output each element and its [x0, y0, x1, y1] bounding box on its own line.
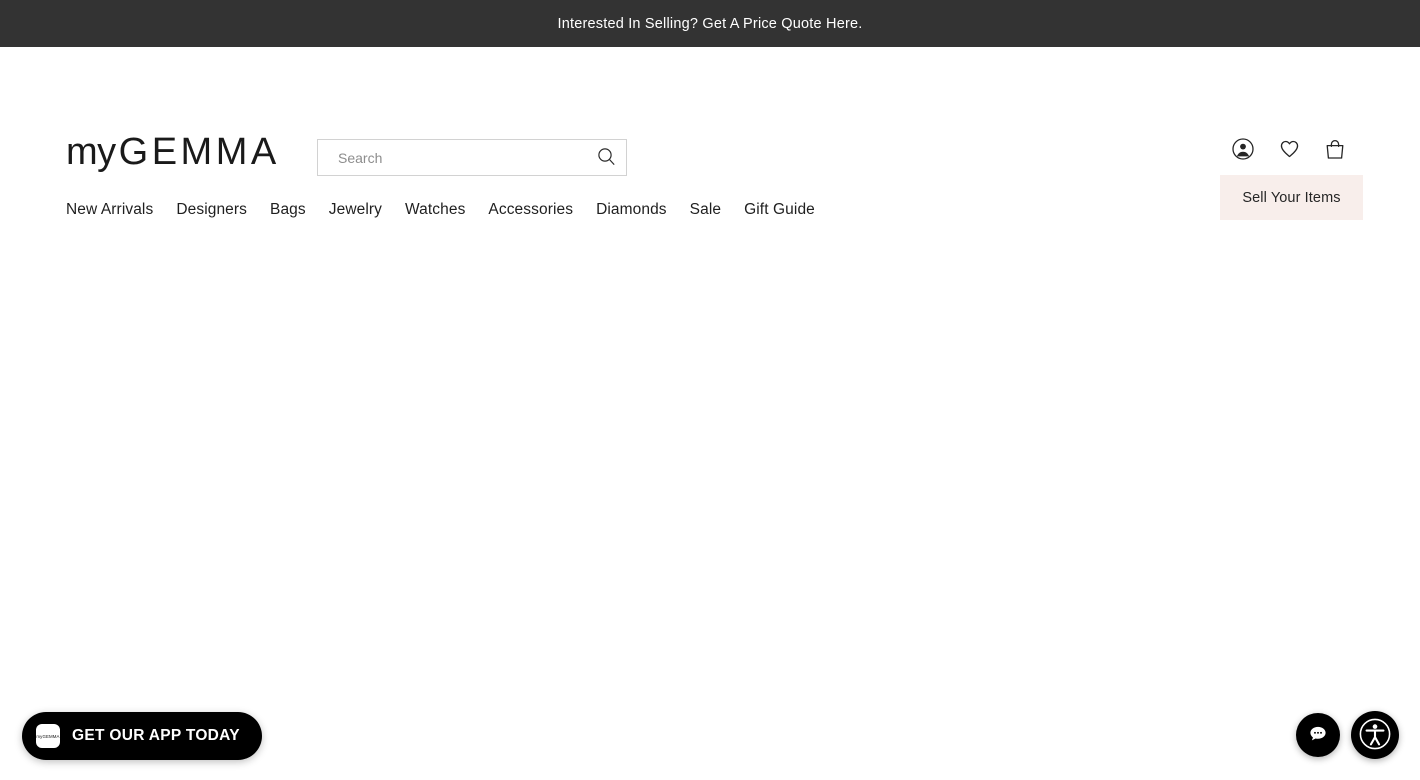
search-bar[interactable] — [317, 139, 627, 176]
accessibility-button[interactable] — [1351, 711, 1399, 759]
nav-item-jewelry[interactable]: Jewelry — [329, 201, 382, 219]
account-button[interactable] — [1230, 137, 1256, 163]
accessibility-icon — [1358, 717, 1392, 754]
promo-banner-text[interactable]: Interested In Selling? Get A Price Quote… — [557, 16, 862, 32]
main-navigation: New Arrivals Designers Bags Jewelry Watc… — [66, 201, 815, 219]
header-icon-group — [1230, 137, 1348, 163]
nav-item-diamonds[interactable]: Diamonds — [596, 201, 667, 219]
nav-item-gift-guide[interactable]: Gift Guide — [744, 201, 815, 219]
logo[interactable]: myGEMMA — [66, 133, 280, 171]
search-submit-button[interactable] — [586, 140, 626, 175]
get-app-banner[interactable]: myGEMMA GET OUR APP TODAY — [22, 712, 262, 760]
heart-icon — [1278, 137, 1301, 163]
nav-item-watches[interactable]: Watches — [405, 201, 465, 219]
cart-button[interactable] — [1322, 137, 1348, 163]
account-icon — [1231, 137, 1255, 164]
sell-your-items-button[interactable]: Sell Your Items — [1220, 175, 1363, 220]
wishlist-button[interactable] — [1276, 137, 1302, 163]
search-input[interactable] — [318, 149, 586, 166]
shopping-bag-icon — [1323, 137, 1347, 164]
nav-item-new-arrivals[interactable]: New Arrivals — [66, 201, 153, 219]
nav-item-sale[interactable]: Sale — [690, 201, 721, 219]
get-app-banner-label: GET OUR APP TODAY — [72, 727, 240, 744]
nav-item-designers[interactable]: Designers — [176, 201, 247, 219]
chat-bubble-icon — [1307, 723, 1329, 748]
app-logo-text: myGEMMA — [36, 733, 60, 739]
site-header: myGEMMA Search Sell Your Items New Arriv… — [0, 47, 1420, 220]
app-logo-icon: myGEMMA — [36, 724, 60, 748]
nav-item-accessories[interactable]: Accessories — [488, 201, 573, 219]
search-icon — [597, 147, 616, 169]
logo-prefix: my — [66, 131, 116, 173]
chat-button[interactable] — [1296, 713, 1340, 757]
logo-wordmark: GEMMA — [118, 131, 280, 173]
nav-item-bags[interactable]: Bags — [270, 201, 306, 219]
main-content-area — [0, 180, 1420, 780]
promo-banner[interactable]: Interested In Selling? Get A Price Quote… — [0, 0, 1420, 47]
